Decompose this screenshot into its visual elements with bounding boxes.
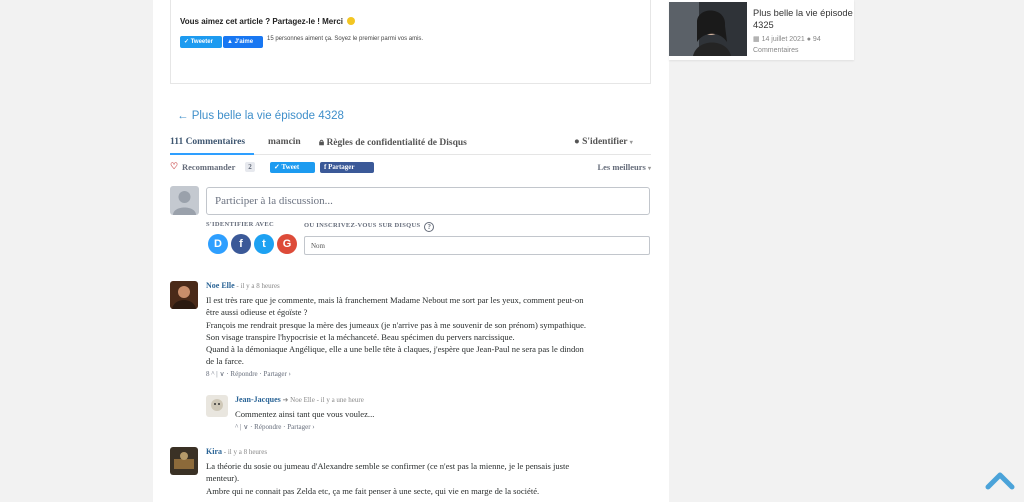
smiley-icon [347, 17, 356, 25]
twitter-icon: ✓ [274, 163, 280, 171]
disqus-tabs: 111 Commentaires mamcin 🔒︎ Règles de con… [170, 133, 651, 155]
avatar[interactable] [206, 395, 228, 417]
comment-line: Il est très rare que je commente, mais l… [206, 295, 584, 305]
thumbs-up-icon: ▲ [227, 39, 233, 45]
previous-episode-link[interactable]: ← Plus belle la vie épisode 4328 [177, 110, 344, 122]
reply-arrow-icon: ➜ [282, 396, 289, 404]
comment-line: Commentez ainsi tant que vous voulez... [235, 409, 375, 419]
share-link[interactable]: Partager › [287, 423, 314, 431]
facebook-login-button[interactable]: f [231, 234, 251, 254]
comment-actions: ^ | ∨ · Répondre · Partager › [235, 423, 315, 431]
help-icon[interactable]: ? [424, 222, 435, 232]
disqus-icon: D [214, 238, 222, 250]
comment-line: Ambre qui ne connait pas Zelda etc, ça m… [206, 485, 540, 496]
comment-line: de la farce. [206, 356, 244, 367]
comment-body: Il est très rare que je commente, mais l… [206, 294, 651, 368]
share-link[interactable]: Partager › [263, 370, 290, 378]
comment-line: Son visage transpire l'hypocrisie et la … [206, 331, 515, 342]
comment-time[interactable]: - il y a 8 heures [236, 282, 279, 290]
recommend-button[interactable]: Recommander [182, 162, 235, 172]
chevron-down-icon: ▾ [647, 166, 651, 172]
chevron-down-icon: ▾ [629, 140, 633, 146]
avatar[interactable] [170, 447, 198, 475]
facebook-like-button[interactable]: ▲ J'aime [223, 36, 263, 48]
comment-body: La théorie du sosie ou jumeau d'Alexandr… [206, 460, 651, 497]
tab-comments[interactable]: 111 Commentaires [170, 137, 245, 147]
comment-header: Kira - il y a 8 heures [206, 447, 267, 456]
tweet-button[interactable]: ✓ Tweeter [180, 36, 222, 48]
facebook-icon: f [239, 238, 243, 250]
upvote-icon[interactable]: ^ [235, 423, 238, 431]
comment-author[interactable]: Jean-Jacques [235, 395, 281, 404]
comment-item: Noe Elle - il y a 8 heures Il est très r… [170, 281, 651, 381]
like-count-text: 15 personnes aiment ça. Soyez le premier… [267, 36, 424, 42]
login-menu[interactable]: ● S'identifier ▾ [574, 137, 633, 147]
comment-line: La théorie du sosie ou jumeau d'Alexandr… [206, 461, 570, 471]
sidebar: Plus belle la vie épisode 4325 ▦ 14 juil… [669, 0, 871, 502]
google-icon: G [282, 238, 292, 250]
signup-label: OU INSCRIVEZ-VOUS SUR DISQUS ? [304, 222, 435, 232]
comment-reply-item: Jean-Jacques ➜ Noe Elle - il y a une heu… [206, 395, 651, 435]
comment-time[interactable]: - il y a 8 heures [224, 448, 267, 456]
twitter-login-button[interactable]: t [254, 234, 274, 254]
recommend-count: 2 [245, 162, 255, 172]
twitter-icon: t [262, 238, 266, 250]
main-content: Vous aimez cet article ? Partagez-le ! M… [153, 0, 669, 502]
comment-line: François me rendrait presque la mère des… [206, 319, 587, 330]
comment-author[interactable]: Kira [206, 447, 222, 456]
vote-count: 8 [206, 370, 210, 378]
related-article-card[interactable]: Plus belle la vie épisode 4325 ▦ 14 juil… [669, 0, 854, 60]
calendar-icon: ▦ [753, 36, 760, 43]
comment-time[interactable]: - il y a une heure [317, 396, 364, 404]
comment-header: Jean-Jacques ➜ Noe Elle - il y a une heu… [235, 395, 364, 404]
reply-link[interactable]: Répondre [254, 423, 281, 431]
twitter-bird-icon: ✓ [184, 39, 190, 45]
sort-dropdown[interactable]: Les meilleurs ▾ [597, 162, 651, 172]
comment-header: Noe Elle - il y a 8 heures [206, 281, 280, 290]
share-card: Vous aimez cet article ? Partagez-le ! M… [170, 0, 651, 84]
facebook-icon: f [324, 163, 327, 171]
comment-input[interactable]: Participer à la discussion... [206, 187, 650, 215]
scroll-to-top-button[interactable] [985, 470, 1015, 490]
comment-actions: 8 ^ | ∨ · Répondre · Partager › [206, 370, 291, 378]
article-thumbnail[interactable] [669, 2, 747, 56]
downvote-icon[interactable]: ∨ [243, 423, 248, 431]
tab-privacy[interactable]: 🔒︎ Règles de confidentialité de Disqus [319, 137, 467, 148]
discussion-toolbar: ♡ Recommander 2 ✓ Tweet f Partager Les m… [170, 160, 651, 176]
downvote-icon[interactable]: ∨ [219, 370, 224, 378]
comment-line: être aussi odieuse et égoïste ? [206, 307, 308, 318]
share-title: Vous aimez cet article ? Partagez-le ! M… [180, 17, 356, 26]
heart-icon[interactable]: ♡ [170, 161, 178, 172]
comment-line: menteur). [206, 473, 240, 484]
tab-site[interactable]: mamcin [268, 137, 301, 147]
related-article-meta: ▦ 14 juillet 2021 ● 94 Commentaires [753, 36, 821, 54]
reply-link[interactable]: Répondre [230, 370, 257, 378]
comment-body: Commentez ainsi tant que vous voulez... [235, 408, 651, 420]
speech-bubble-icon: ● [574, 137, 580, 147]
signin-with-label: S'IDENTIFIER AVEC [206, 221, 275, 228]
name-field[interactable]: Nom [304, 236, 650, 255]
lock-icon: 🔒︎ [319, 138, 325, 148]
comment-item: Kira - il y a 8 heures La théorie du sos… [170, 447, 651, 502]
comment-author[interactable]: Noe Elle [206, 281, 235, 290]
related-article-title[interactable]: Plus belle la vie épisode 4325 [753, 7, 853, 31]
google-login-button[interactable]: G [277, 234, 297, 254]
tweet-thread-button[interactable]: ✓ Tweet [270, 162, 315, 173]
chevron-up-icon [985, 472, 1015, 490]
upvote-icon[interactable]: ^ [211, 370, 214, 378]
reply-to[interactable]: Noe Elle [290, 396, 315, 404]
disqus-login-button[interactable]: D [208, 234, 228, 254]
avatar[interactable] [170, 281, 198, 309]
user-avatar-placeholder [170, 186, 199, 215]
comment-line: Quand à la démoniaque Angélique, elle a … [206, 344, 584, 355]
active-tab-indicator [170, 153, 254, 155]
share-thread-button[interactable]: f Partager [320, 162, 374, 173]
comment-icon: ● [806, 36, 811, 43]
